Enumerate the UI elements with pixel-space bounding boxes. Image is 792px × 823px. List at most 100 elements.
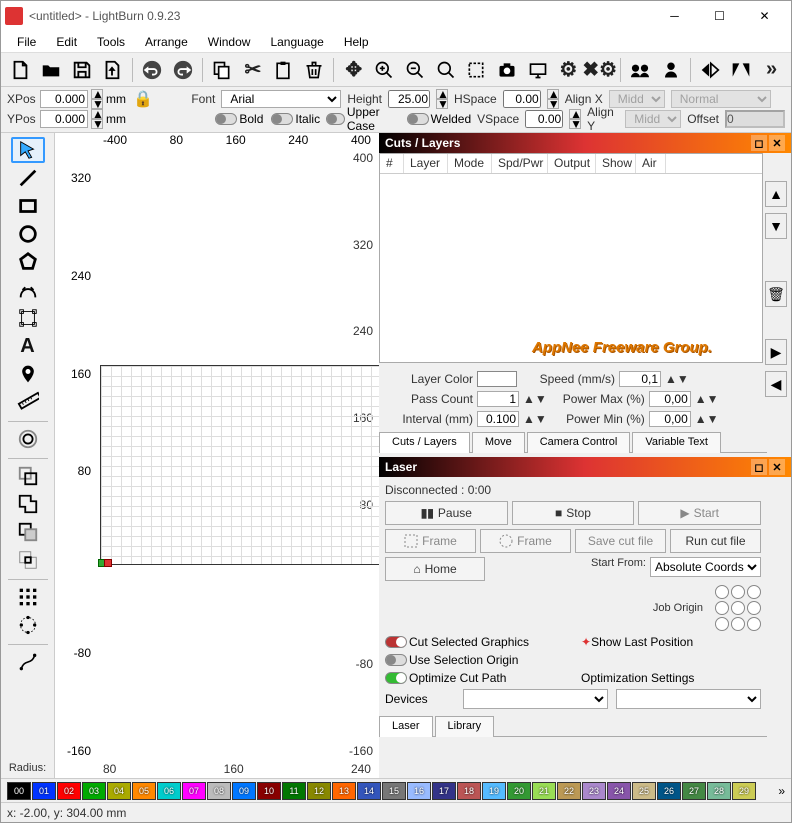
home-button[interactable]: ⌂ Home <box>385 557 485 581</box>
camera-icon[interactable] <box>494 56 521 84</box>
zoom-fit-icon[interactable] <box>432 56 459 84</box>
edit-tool-icon[interactable] <box>11 649 45 675</box>
xpos-spinner[interactable]: ▲▼ <box>91 89 103 109</box>
usesel-toggle[interactable]: Use Selection Origin <box>385 653 518 667</box>
palette-swatch-04[interactable]: 04 <box>107 782 131 800</box>
cutsel-toggle[interactable]: Cut Selected Graphics <box>385 635 529 649</box>
palette-swatch-20[interactable]: 20 <box>507 782 531 800</box>
palette-swatch-22[interactable]: 22 <box>557 782 581 800</box>
position-tool-icon[interactable] <box>11 361 45 387</box>
speed-input[interactable] <box>619 371 661 387</box>
col-spdpwr[interactable]: Spd/Pwr <box>492 154 548 173</box>
menu-window[interactable]: Window <box>198 33 261 51</box>
job-origin-grid[interactable] <box>715 585 761 631</box>
palette-swatch-00[interactable]: 00 <box>7 782 31 800</box>
undo-icon[interactable] <box>139 56 166 84</box>
radial-array-icon[interactable] <box>11 612 45 638</box>
minimize-button[interactable]: ─ <box>652 2 697 30</box>
vspace-input[interactable] <box>525 110 563 128</box>
startfrom-select[interactable]: Absolute Coords <box>650 557 761 577</box>
more-icon[interactable]: » <box>758 56 785 84</box>
palette-more-icon[interactable]: » <box>778 784 785 798</box>
flip-h-icon[interactable] <box>697 56 724 84</box>
palette-swatch-08[interactable]: 08 <box>207 782 231 800</box>
select-tool-icon[interactable] <box>11 137 45 163</box>
palette-swatch-18[interactable]: 18 <box>457 782 481 800</box>
offset-input[interactable] <box>725 110 785 128</box>
layer-left-button[interactable]: ◀ <box>765 371 787 397</box>
run-cut-button[interactable]: Run cut file <box>670 529 761 553</box>
pause-button[interactable]: ▮▮Pause <box>385 501 508 525</box>
passcount-input[interactable] <box>477 391 519 407</box>
palette-swatch-24[interactable]: 24 <box>607 782 631 800</box>
col-show[interactable]: Show <box>596 154 636 173</box>
delete-icon[interactable] <box>301 56 328 84</box>
tab-cuts-layers[interactable]: Cuts / Layers <box>379 432 470 453</box>
palette-swatch-19[interactable]: 19 <box>482 782 506 800</box>
showlast-button[interactable]: ✦Show Last Position <box>581 635 761 649</box>
zoom-out-icon[interactable] <box>402 56 429 84</box>
layer-right-button[interactable]: ▶ <box>765 339 787 365</box>
device-select-1[interactable] <box>463 689 608 709</box>
ellipse-tool-icon[interactable] <box>11 221 45 247</box>
palette-swatch-06[interactable]: 06 <box>157 782 181 800</box>
bezier-tool-icon[interactable] <box>11 277 45 303</box>
offset-tool-icon[interactable] <box>11 426 45 452</box>
palette-swatch-02[interactable]: 02 <box>57 782 81 800</box>
copy-icon[interactable] <box>209 56 236 84</box>
rect-tool-icon[interactable] <box>11 193 45 219</box>
zoom-in-icon[interactable] <box>371 56 398 84</box>
open-icon[interactable] <box>38 56 65 84</box>
palette-swatch-27[interactable]: 27 <box>682 782 706 800</box>
powermax-input[interactable] <box>649 391 691 407</box>
save-cut-button[interactable]: Save cut file <box>575 529 666 553</box>
frame-circle-button[interactable]: Frame <box>480 529 571 553</box>
cuts-close-button[interactable]: ✕ <box>769 135 785 151</box>
palette-swatch-25[interactable]: 25 <box>632 782 656 800</box>
redo-icon[interactable] <box>169 56 196 84</box>
interval-input[interactable] <box>477 411 519 427</box>
devices-button[interactable]: Devices <box>385 692 455 706</box>
vspace-spinner[interactable]: ▲▼ <box>569 109 581 129</box>
alignx-select[interactable]: Middle <box>609 90 665 108</box>
weld-tool-icon[interactable] <box>11 463 45 489</box>
menu-language[interactable]: Language <box>260 33 333 51</box>
ungroup-icon[interactable] <box>657 56 684 84</box>
new-icon[interactable] <box>7 56 34 84</box>
menu-arrange[interactable]: Arrange <box>135 33 198 51</box>
preview-icon[interactable] <box>524 56 551 84</box>
palette-swatch-03[interactable]: 03 <box>82 782 106 800</box>
laser-undock-button[interactable]: ◻ <box>751 459 767 475</box>
stop-button[interactable]: ■Stop <box>512 501 635 525</box>
hspace-input[interactable] <box>503 90 541 108</box>
text-tool-icon[interactable]: A <box>11 333 45 359</box>
col-output[interactable]: Output <box>548 154 596 173</box>
col-num[interactable]: # <box>380 154 404 173</box>
pan-icon[interactable]: ✥ <box>340 56 367 84</box>
palette-swatch-21[interactable]: 21 <box>532 782 556 800</box>
optcut-toggle[interactable]: Optimize Cut Path <box>385 671 506 685</box>
palette-swatch-12[interactable]: 12 <box>307 782 331 800</box>
tab-laser[interactable]: Laser <box>379 716 433 737</box>
paste-icon[interactable] <box>270 56 297 84</box>
maximize-button[interactable]: ☐ <box>697 2 742 30</box>
edit-nodes-icon[interactable] <box>11 305 45 331</box>
device-settings-icon[interactable]: ✖⚙ <box>586 56 614 84</box>
hspace-spinner[interactable]: ▲▼ <box>547 89 559 109</box>
aligny-select[interactable]: Middle <box>625 110 681 128</box>
style-select[interactable]: Normal <box>671 90 771 108</box>
italic-toggle[interactable]: Italic <box>271 112 320 126</box>
lock-icon[interactable]: 🔒 <box>133 89 153 109</box>
upper-toggle[interactable]: Upper Case <box>326 105 401 133</box>
bold-toggle[interactable]: Bold <box>215 112 263 126</box>
ypos-input[interactable] <box>40 110 88 128</box>
cut-icon[interactable]: ✂ <box>240 56 267 84</box>
palette-swatch-15[interactable]: 15 <box>382 782 406 800</box>
grid-array-icon[interactable] <box>11 584 45 610</box>
laser-close-button[interactable]: ✕ <box>769 459 785 475</box>
layer-up-button[interactable]: ▲ <box>765 181 787 207</box>
flip-v-icon[interactable] <box>728 56 755 84</box>
group-icon[interactable] <box>627 56 654 84</box>
close-button[interactable]: ✕ <box>742 2 787 30</box>
tab-library[interactable]: Library <box>435 716 495 737</box>
